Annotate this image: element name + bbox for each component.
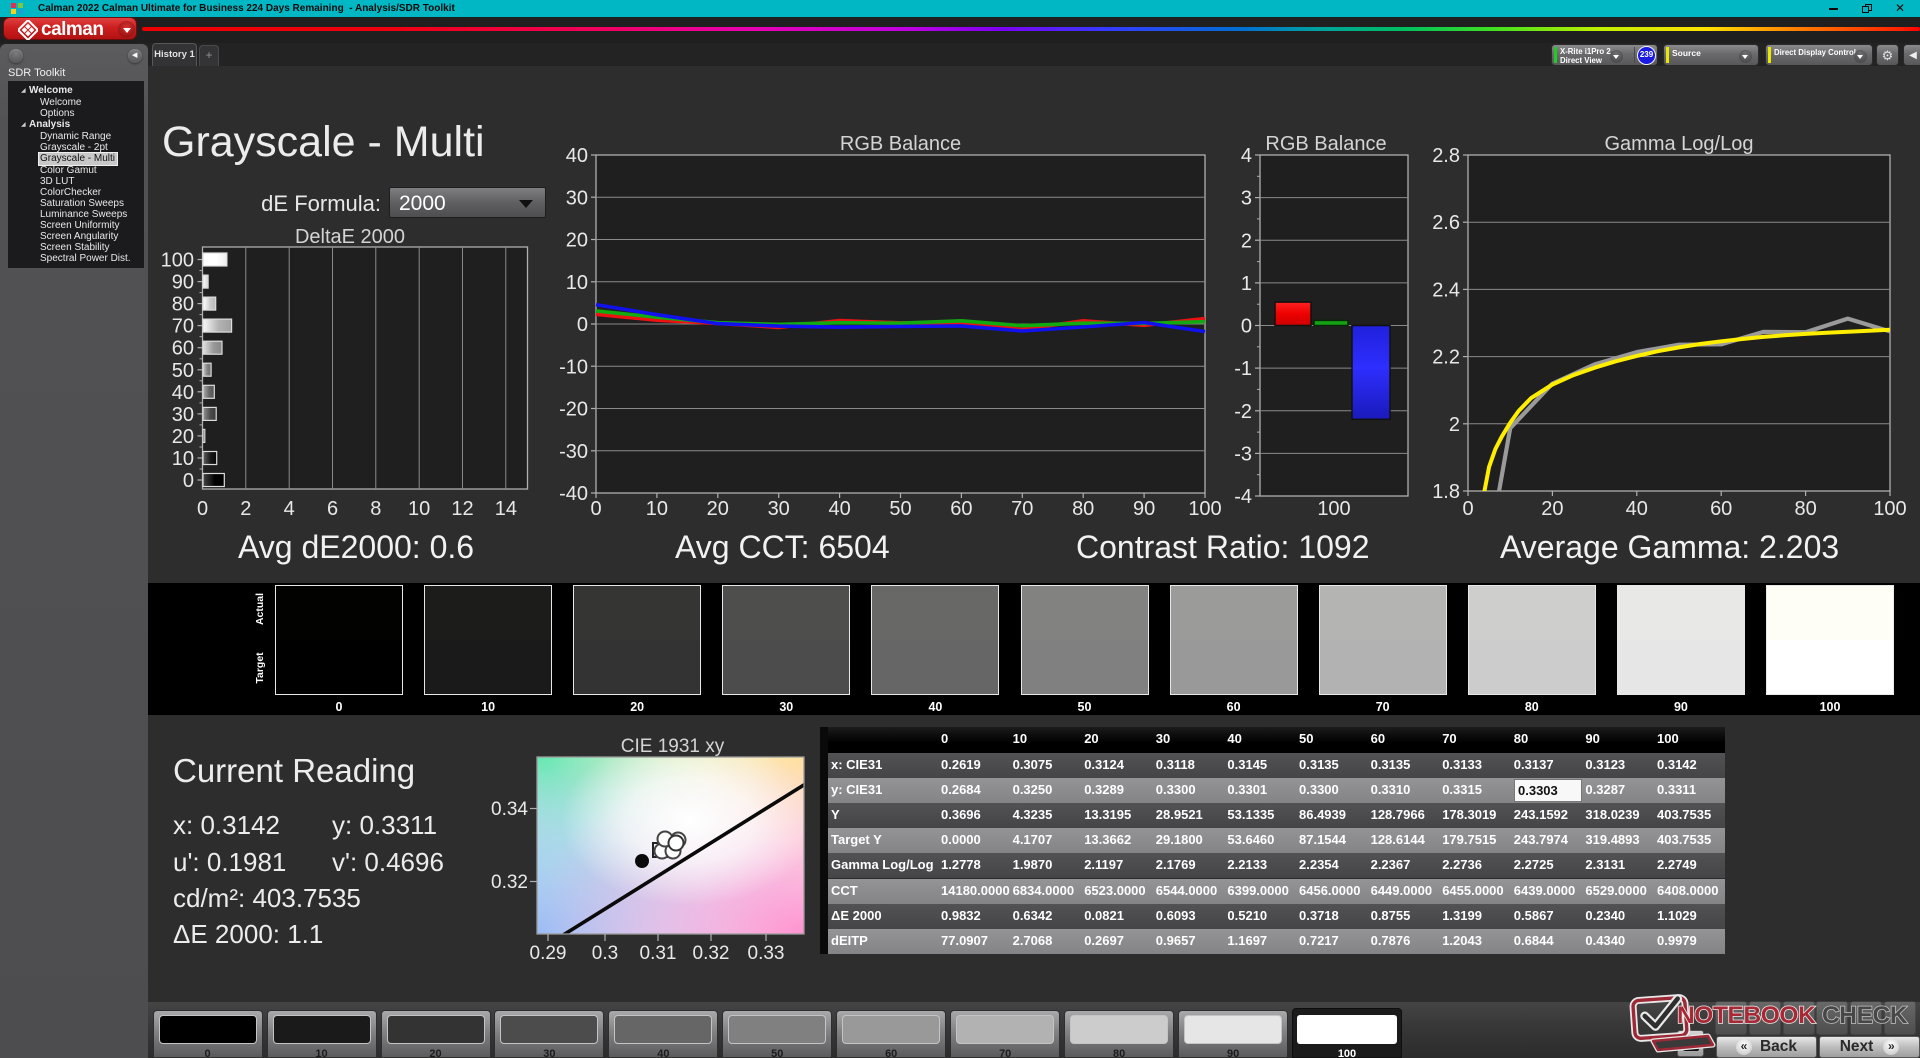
svg-text:70: 70	[1011, 498, 1033, 520]
svg-text:10: 10	[646, 498, 668, 520]
svg-text:0: 0	[577, 314, 588, 336]
svg-text:90: 90	[1133, 498, 1155, 520]
svg-text:80: 80	[1072, 498, 1094, 520]
svg-text:2.8: 2.8	[1432, 145, 1460, 167]
svg-text:2: 2	[1241, 230, 1252, 252]
svg-text:50: 50	[889, 498, 911, 520]
svg-text:0.31: 0.31	[640, 943, 677, 964]
svg-text:2.4: 2.4	[1432, 279, 1460, 301]
svg-text:Gamma Log/Log: Gamma Log/Log	[1605, 133, 1754, 155]
svg-text:10: 10	[408, 498, 430, 520]
svg-text:0.32: 0.32	[491, 872, 528, 893]
svg-text:-10: -10	[559, 356, 588, 378]
svg-text:2: 2	[240, 498, 251, 520]
svg-text:90: 90	[172, 272, 194, 294]
svg-text:40: 40	[172, 382, 194, 404]
svg-text:CIE 1931 xy: CIE 1931 xy	[621, 736, 725, 757]
svg-text:70: 70	[172, 316, 194, 338]
svg-text:-20: -20	[559, 399, 588, 421]
svg-text:50: 50	[172, 360, 194, 382]
svg-text:14: 14	[495, 498, 517, 520]
svg-text:-4: -4	[1234, 486, 1252, 508]
svg-text:40: 40	[828, 498, 850, 520]
svg-text:CHECK: CHECK	[1822, 1002, 1908, 1029]
svg-text:100: 100	[1873, 498, 1906, 520]
svg-text:0: 0	[1462, 498, 1473, 520]
svg-text:100: 100	[1188, 498, 1221, 520]
svg-text:10: 10	[566, 272, 588, 294]
svg-text:0: 0	[183, 470, 194, 492]
svg-text:80: 80	[172, 294, 194, 316]
svg-text:2.2: 2.2	[1432, 347, 1460, 369]
svg-text:0.29: 0.29	[530, 943, 567, 964]
svg-text:4: 4	[284, 498, 295, 520]
svg-text:RGB Balance: RGB Balance	[1265, 133, 1386, 155]
svg-text:20: 20	[1541, 498, 1563, 520]
svg-text:-1: -1	[1234, 358, 1252, 380]
svg-text:NOTEBOOK: NOTEBOOK	[1677, 1002, 1816, 1029]
svg-text:-30: -30	[559, 441, 588, 463]
svg-text:30: 30	[172, 404, 194, 426]
svg-text:1.8: 1.8	[1432, 481, 1460, 503]
svg-text:30: 30	[768, 498, 790, 520]
svg-text:2: 2	[1449, 414, 1460, 436]
svg-text:60: 60	[172, 338, 194, 360]
svg-text:0: 0	[590, 498, 601, 520]
svg-text:DeltaE 2000: DeltaE 2000	[295, 226, 405, 248]
svg-text:40: 40	[1626, 498, 1648, 520]
svg-text:0: 0	[197, 498, 208, 520]
svg-text:6: 6	[327, 498, 338, 520]
svg-text:-40: -40	[559, 483, 588, 505]
svg-text:30: 30	[566, 187, 588, 209]
svg-text:20: 20	[707, 498, 729, 520]
svg-text:8: 8	[370, 498, 381, 520]
svg-text:-2: -2	[1234, 401, 1252, 423]
svg-text:0.34: 0.34	[491, 799, 528, 820]
svg-text:12: 12	[451, 498, 473, 520]
svg-text:100: 100	[1317, 498, 1350, 520]
svg-text:20: 20	[172, 426, 194, 448]
svg-text:0.3: 0.3	[592, 943, 618, 964]
svg-text:RGB Balance: RGB Balance	[840, 133, 961, 155]
svg-text:0.33: 0.33	[748, 943, 785, 964]
svg-text:80: 80	[1794, 498, 1816, 520]
svg-text:-3: -3	[1234, 443, 1252, 465]
svg-text:0.32: 0.32	[693, 943, 730, 964]
svg-text:60: 60	[950, 498, 972, 520]
svg-text:100: 100	[161, 250, 194, 272]
svg-text:20: 20	[566, 230, 588, 252]
svg-text:2.6: 2.6	[1432, 212, 1460, 234]
svg-text:40: 40	[566, 145, 588, 167]
svg-text:10: 10	[172, 448, 194, 470]
svg-text:3: 3	[1241, 188, 1252, 210]
svg-text:1: 1	[1241, 273, 1252, 295]
svg-text:4: 4	[1241, 145, 1252, 167]
svg-text:0: 0	[1241, 316, 1252, 338]
svg-text:60: 60	[1710, 498, 1732, 520]
